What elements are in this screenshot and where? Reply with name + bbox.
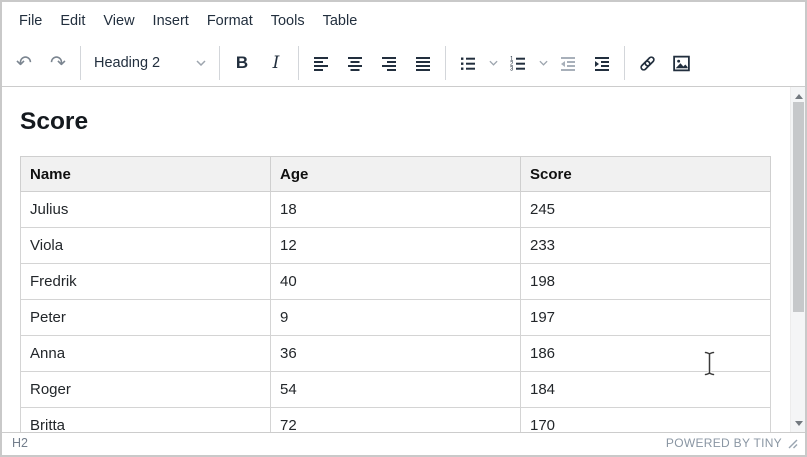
- cell-age[interactable]: 72: [271, 408, 521, 433]
- numbered-list-icon: 1 2 3: [509, 54, 527, 72]
- indent-icon: [593, 54, 611, 72]
- cell-score[interactable]: 245: [521, 192, 771, 228]
- cell-name[interactable]: Britta: [21, 408, 271, 433]
- resize-handle-icon[interactable]: [787, 438, 798, 449]
- cell-name[interactable]: Roger: [21, 372, 271, 408]
- cell-age[interactable]: 54: [271, 372, 521, 408]
- vertical-scrollbar[interactable]: [790, 87, 805, 432]
- cell-age[interactable]: 12: [271, 228, 521, 264]
- link-icon: [638, 54, 657, 73]
- column-header-name[interactable]: Name: [21, 157, 271, 192]
- scroll-up-button[interactable]: [791, 89, 805, 103]
- italic-icon: I: [273, 53, 280, 73]
- bullet-list-button[interactable]: [451, 48, 485, 78]
- align-right-icon: [380, 54, 398, 72]
- toolbar-group-history: ↶ ↷: [2, 46, 80, 80]
- link-button[interactable]: [630, 48, 664, 78]
- cell-score[interactable]: 170: [521, 408, 771, 433]
- menu-tools[interactable]: Tools: [262, 8, 314, 34]
- redo-button[interactable]: ↷: [41, 48, 75, 78]
- format-select[interactable]: Heading 2: [86, 48, 214, 78]
- image-icon: [672, 54, 691, 73]
- menu-format[interactable]: Format: [198, 8, 262, 34]
- branding-label[interactable]: POWERED BY TINY: [666, 436, 782, 450]
- italic-button[interactable]: I: [259, 48, 293, 78]
- scroll-down-icon: [795, 421, 803, 426]
- table-row: Britta 72 170: [21, 408, 771, 433]
- cell-age[interactable]: 18: [271, 192, 521, 228]
- numbered-list-button[interactable]: 1 2 3: [501, 48, 535, 78]
- table-header-row: Name Age Score: [21, 157, 771, 192]
- cell-age[interactable]: 36: [271, 336, 521, 372]
- toolbar-group-lists: 1 2 3: [445, 46, 624, 80]
- format-select-value: Heading 2: [94, 55, 160, 71]
- align-center-button[interactable]: [338, 48, 372, 78]
- bold-icon: B: [236, 53, 248, 73]
- cell-age[interactable]: 9: [271, 300, 521, 336]
- table-row: Julius 18 245: [21, 192, 771, 228]
- undo-button[interactable]: ↶: [7, 48, 41, 78]
- numbered-list-chevron[interactable]: [535, 48, 551, 78]
- toolbar-group-align: [298, 46, 445, 80]
- toolbar-group-style: B I: [219, 46, 298, 80]
- document-heading[interactable]: Score: [20, 108, 805, 136]
- table-row: Anna 36 186: [21, 336, 771, 372]
- status-bar: H2 POWERED BY TINY: [2, 432, 805, 453]
- cell-name[interactable]: Fredrik: [21, 264, 271, 300]
- cell-score[interactable]: 233: [521, 228, 771, 264]
- cell-name[interactable]: Peter: [21, 300, 271, 336]
- menu-view[interactable]: View: [94, 8, 143, 34]
- align-center-icon: [346, 54, 364, 72]
- table-row: Peter 9 197: [21, 300, 771, 336]
- align-justify-button[interactable]: [406, 48, 440, 78]
- redo-icon: ↷: [50, 54, 66, 73]
- align-right-button[interactable]: [372, 48, 406, 78]
- image-button[interactable]: [664, 48, 698, 78]
- cell-score[interactable]: 198: [521, 264, 771, 300]
- element-path[interactable]: H2: [12, 436, 28, 450]
- scrollbar-thumb[interactable]: [793, 102, 804, 312]
- bullet-list-chevron[interactable]: [485, 48, 501, 78]
- menu-table[interactable]: Table: [314, 8, 367, 34]
- cell-name[interactable]: Julius: [21, 192, 271, 228]
- svg-text:3: 3: [510, 66, 514, 72]
- menu-insert[interactable]: Insert: [144, 8, 198, 34]
- score-table[interactable]: Name Age Score Julius 18 245 Viola 12 23…: [20, 156, 771, 432]
- scroll-up-icon: [795, 94, 803, 99]
- outdent-icon: [559, 54, 577, 72]
- column-header-score[interactable]: Score: [521, 157, 771, 192]
- bullet-list-icon: [459, 54, 477, 72]
- outdent-button[interactable]: [551, 48, 585, 78]
- menu-file[interactable]: File: [10, 8, 51, 34]
- tinymce-editor: File Edit View Insert Format Tools Table…: [0, 0, 807, 457]
- indent-button[interactable]: [585, 48, 619, 78]
- cell-score[interactable]: 197: [521, 300, 771, 336]
- menu-bar: File Edit View Insert Format Tools Table: [2, 2, 805, 40]
- menu-edit[interactable]: Edit: [51, 8, 94, 34]
- cell-name[interactable]: Anna: [21, 336, 271, 372]
- column-header-age[interactable]: Age: [271, 157, 521, 192]
- bold-button[interactable]: B: [225, 48, 259, 78]
- cell-name[interactable]: Viola: [21, 228, 271, 264]
- cell-score[interactable]: 186: [521, 336, 771, 372]
- align-justify-icon: [414, 54, 432, 72]
- toolbar: ↶ ↷ Heading 2 B I: [2, 40, 805, 87]
- table-row: Fredrik 40 198: [21, 264, 771, 300]
- align-left-button[interactable]: [304, 48, 338, 78]
- cell-age[interactable]: 40: [271, 264, 521, 300]
- toolbar-group-format: Heading 2: [80, 46, 219, 80]
- table-row: Viola 12 233: [21, 228, 771, 264]
- table-row: Roger 54 184: [21, 372, 771, 408]
- chevron-down-icon: [196, 60, 206, 66]
- cell-score[interactable]: 184: [521, 372, 771, 408]
- scroll-down-button[interactable]: [791, 416, 805, 430]
- toolbar-group-insert: [624, 46, 703, 80]
- undo-icon: ↶: [16, 54, 32, 73]
- align-left-icon: [312, 54, 330, 72]
- editor-content-area[interactable]: Score Name Age Score Julius 18 245 Viola: [2, 87, 805, 432]
